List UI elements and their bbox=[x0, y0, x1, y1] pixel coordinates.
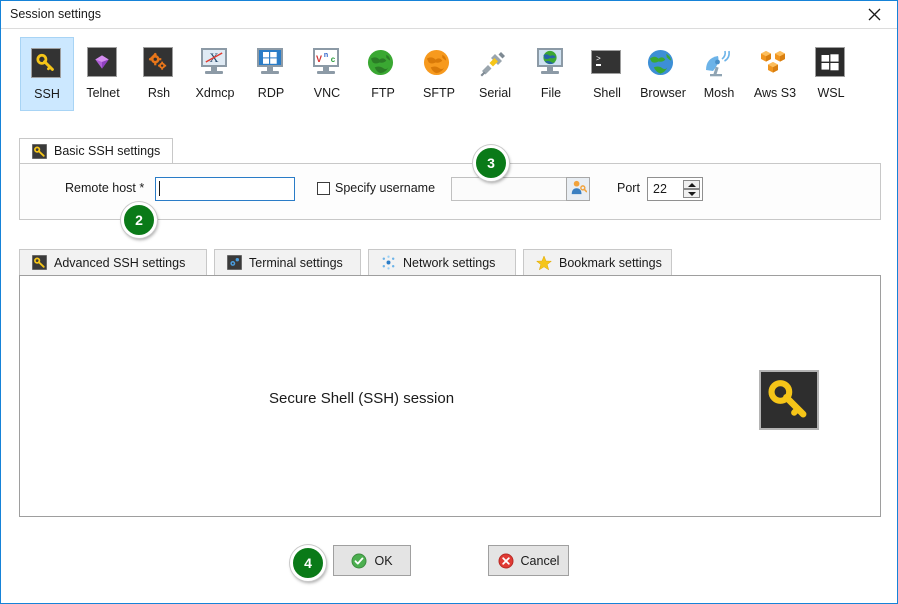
key-icon bbox=[32, 255, 47, 270]
windows-icon bbox=[815, 47, 847, 79]
svg-text:>: > bbox=[596, 55, 601, 64]
protocol-label: WSL bbox=[817, 86, 845, 100]
step-badge-3: 3 bbox=[473, 145, 509, 181]
terminal-settings-icon bbox=[227, 255, 242, 270]
protocol-label: Aws S3 bbox=[753, 86, 797, 100]
specify-username-checkbox[interactable] bbox=[317, 182, 330, 195]
chevron-up-icon bbox=[687, 182, 696, 187]
protocol-label: Xdmcp bbox=[195, 86, 235, 100]
protocol-label: SFTP bbox=[423, 86, 455, 100]
protocol-browser[interactable]: Browser bbox=[636, 37, 690, 111]
port-decrement-button[interactable] bbox=[683, 189, 700, 198]
remote-host-label: Remote host * bbox=[65, 181, 145, 195]
x-circle-icon bbox=[498, 553, 514, 569]
step-badge-4: 4 bbox=[290, 545, 326, 581]
cancel-button[interactable]: Cancel bbox=[488, 545, 569, 576]
check-circle-icon bbox=[351, 553, 367, 569]
protocol-rsh[interactable]: Rsh bbox=[132, 37, 186, 111]
session-description-panel: Secure Shell (SSH) session bbox=[19, 275, 881, 517]
protocol-aws-s3[interactable]: Aws S3 bbox=[748, 37, 802, 111]
protocol-label: VNC bbox=[313, 86, 341, 100]
tab-network-settings[interactable]: Network settings bbox=[368, 249, 516, 275]
gem-icon bbox=[87, 47, 119, 79]
session-description: Secure Shell (SSH) session bbox=[269, 390, 455, 407]
title-bar: Session settings bbox=[1, 1, 897, 29]
green-globe-icon bbox=[367, 47, 399, 79]
tab-basic-ssh-settings[interactable]: Basic SSH settings bbox=[19, 138, 174, 164]
tab-label: Bookmark settings bbox=[559, 255, 662, 270]
protocol-ftp[interactable]: FTP bbox=[356, 37, 410, 111]
ok-button[interactable]: OK bbox=[333, 545, 411, 576]
protocol-serial[interactable]: Serial bbox=[468, 37, 522, 111]
protocol-label: Shell bbox=[593, 86, 621, 100]
orange-globe-icon bbox=[423, 47, 455, 79]
chevron-down-icon bbox=[687, 191, 696, 196]
step-badge-2: 2 bbox=[121, 202, 157, 238]
terminal-icon: > bbox=[591, 47, 623, 79]
tab-advanced-ssh-settings[interactable]: Advanced SSH settings bbox=[19, 249, 207, 275]
user-key-icon bbox=[570, 179, 587, 199]
protocol-label: FTP bbox=[371, 86, 395, 100]
protocol-sftp[interactable]: SFTP bbox=[412, 37, 466, 111]
protocol-label: Browser bbox=[640, 86, 686, 100]
blue-globe-icon bbox=[647, 47, 679, 79]
windows-monitor-icon bbox=[255, 47, 287, 79]
port-label: Port bbox=[617, 181, 640, 195]
key-icon bbox=[31, 48, 63, 80]
tab-label: Advanced SSH settings bbox=[54, 255, 186, 270]
port-stepper[interactable]: 22 bbox=[647, 177, 703, 201]
specify-username-label: Specify username bbox=[335, 181, 436, 195]
protocol-label: Serial bbox=[479, 86, 511, 100]
protocol-file[interactable]: File bbox=[524, 37, 578, 111]
page-title: Session settings bbox=[10, 7, 102, 21]
file-monitor-icon bbox=[535, 47, 567, 79]
satellite-icon bbox=[703, 47, 735, 79]
remote-host-input[interactable] bbox=[155, 177, 295, 201]
user-key-icon-button[interactable] bbox=[566, 177, 590, 201]
protocol-telnet[interactable]: Telnet bbox=[76, 37, 130, 111]
key-icon bbox=[32, 143, 47, 159]
vnc-monitor-icon: V n c bbox=[311, 47, 343, 79]
close-icon bbox=[868, 8, 881, 21]
protocol-label: RDP bbox=[257, 86, 285, 100]
network-dots-icon bbox=[381, 255, 396, 270]
cancel-label: Cancel bbox=[520, 553, 560, 568]
port-value: 22 bbox=[653, 182, 667, 196]
session-settings-dialog: Session settings SSH Telnet Rsh X Xdmcp … bbox=[0, 0, 898, 604]
star-icon bbox=[536, 254, 552, 271]
gears-icon bbox=[143, 47, 175, 79]
ok-label: OK bbox=[374, 553, 393, 568]
protocol-toolbar: SSH Telnet Rsh X Xdmcp RDP V n c VNC FTP… bbox=[2, 29, 897, 111]
basic-settings-tabrow: Basic SSH settings bbox=[19, 138, 881, 164]
x-monitor-icon: X bbox=[199, 47, 231, 79]
protocol-mosh[interactable]: Mosh bbox=[692, 37, 746, 111]
aws-cubes-icon bbox=[759, 47, 791, 79]
protocol-xdmcp[interactable]: X Xdmcp bbox=[188, 37, 242, 111]
tab-label: Network settings bbox=[403, 255, 496, 270]
plug-icon bbox=[479, 47, 511, 79]
svg-text:n: n bbox=[324, 52, 328, 59]
protocol-label: Rsh bbox=[147, 86, 171, 100]
protocol-shell[interactable]: > Shell bbox=[580, 37, 634, 111]
tab-label: Terminal settings bbox=[249, 255, 343, 270]
protocol-ssh[interactable]: SSH bbox=[20, 37, 74, 111]
port-increment-button[interactable] bbox=[683, 180, 700, 189]
protocol-label: SSH bbox=[34, 87, 60, 101]
close-button[interactable] bbox=[852, 1, 897, 27]
svg-text:c: c bbox=[331, 55, 336, 64]
tab-terminal-settings[interactable]: Terminal settings bbox=[214, 249, 361, 275]
tab-bookmark-settings[interactable]: Bookmark settings bbox=[523, 249, 672, 275]
tab-label: Basic SSH settings bbox=[54, 144, 161, 158]
protocol-label: Mosh bbox=[703, 86, 735, 100]
protocol-label: Telnet bbox=[86, 86, 120, 100]
username-input[interactable] bbox=[451, 177, 573, 201]
protocol-label: File bbox=[540, 86, 562, 100]
protocol-wsl[interactable]: WSL bbox=[804, 37, 858, 111]
advanced-settings-tabrow: Advanced SSH settings Terminal settings bbox=[19, 249, 881, 276]
key-icon bbox=[759, 370, 819, 430]
protocol-rdp[interactable]: RDP bbox=[244, 37, 298, 111]
protocol-vnc[interactable]: V n c VNC bbox=[300, 37, 354, 111]
svg-text:V: V bbox=[316, 54, 322, 64]
text-caret bbox=[159, 181, 160, 196]
